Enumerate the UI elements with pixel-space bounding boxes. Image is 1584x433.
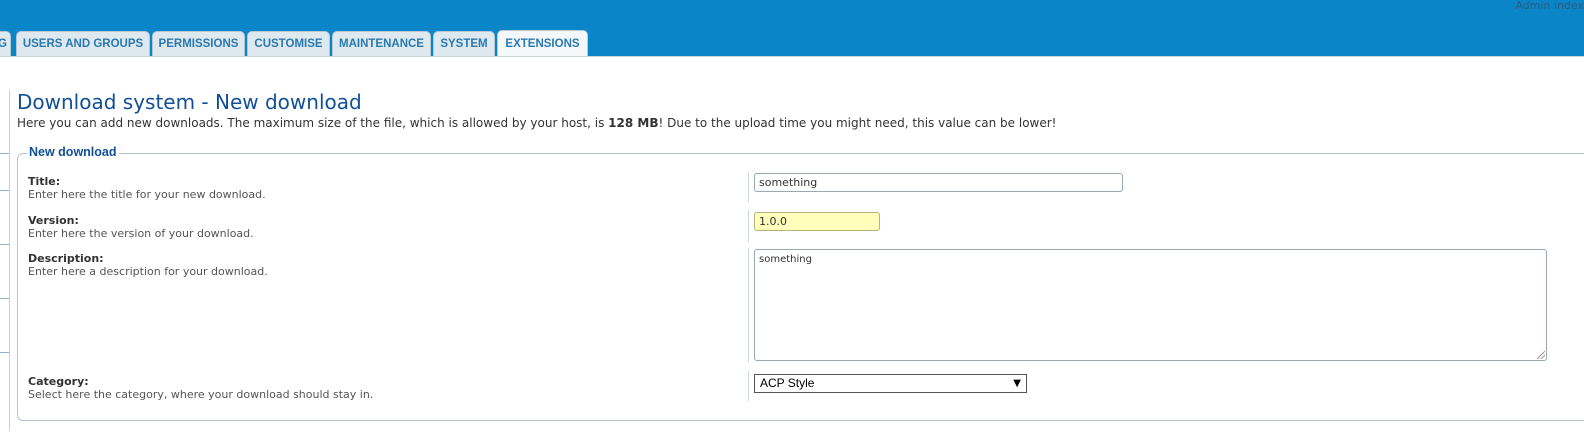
tab-permissions[interactable]: PERMISSIONS (152, 31, 245, 56)
tab-general[interactable]: G (0, 31, 11, 56)
version-label: Version: (28, 214, 79, 227)
title-explain: Enter here the title for your new downlo… (28, 188, 266, 201)
column-divider (748, 210, 749, 242)
content-top-border (0, 56, 1584, 57)
column-divider (748, 248, 749, 362)
admin-index-link[interactable]: Admin index (1515, 0, 1584, 12)
column-divider (748, 172, 749, 202)
page-description-text: Here you can add new downloads. The maxi… (17, 116, 609, 130)
max-file-size: 128 MB (608, 116, 659, 130)
side-menu-divider (0, 190, 9, 191)
title-input[interactable] (754, 173, 1123, 192)
side-menu-border (9, 90, 10, 431)
page-title: Download system - New download (17, 90, 362, 114)
tab-customise[interactable]: CUSTOMISE (247, 31, 330, 56)
version-input[interactable] (754, 212, 880, 231)
fieldset-legend: New download (27, 145, 119, 160)
tab-system[interactable]: SYSTEM (433, 31, 495, 56)
tab-extensions[interactable]: EXTENSIONS (497, 30, 588, 57)
category-explain: Select here the category, where your dow… (28, 388, 374, 401)
description-textarea[interactable]: something (754, 249, 1547, 361)
page-description: Here you can add new downloads. The maxi… (17, 116, 1056, 131)
side-menu-divider (0, 244, 9, 245)
title-label: Title: (28, 175, 61, 188)
side-menu-divider (0, 352, 9, 353)
page-description-text-end: ! Due to the upload time you might need,… (658, 116, 1057, 130)
side-menu-divider (0, 153, 9, 154)
side-menu-divider (0, 298, 9, 299)
tab-maintenance[interactable]: MAINTENANCE (332, 31, 431, 56)
category-label: Category: (28, 375, 89, 388)
tab-users-and-groups[interactable]: USERS AND GROUPS (16, 31, 150, 56)
column-divider (748, 371, 749, 401)
triangle-down-icon: ▼ (1013, 378, 1021, 389)
description-explain: Enter here a description for your downlo… (28, 265, 268, 278)
category-selected-value: ACP Style (760, 376, 815, 390)
category-select[interactable]: ACP Style ▼ (754, 374, 1027, 393)
textarea-resize-handle[interactable] (1537, 351, 1545, 359)
version-explain: Enter here the version of your download. (28, 227, 254, 240)
description-label: Description: (28, 252, 104, 265)
